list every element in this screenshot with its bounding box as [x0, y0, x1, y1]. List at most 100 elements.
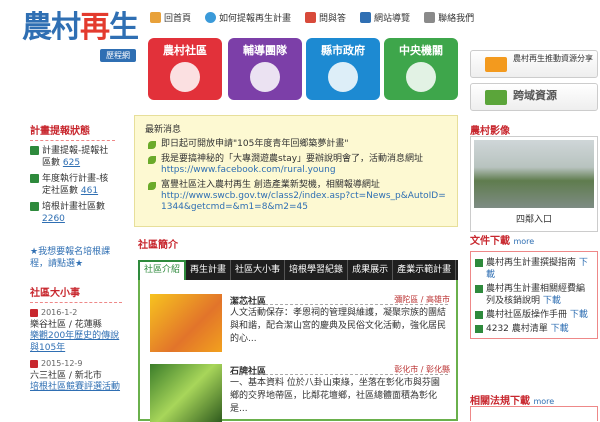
intro-tabs: 社區介紹 再生計畫 社區大小事 培根學習紀錄 成果展示 產業示範計畫 — [138, 260, 458, 280]
news-url[interactable]: https://www.facebook.com/rural.young — [161, 165, 336, 175]
home-icon — [150, 11, 161, 23]
download-item: 農村社區版操作手冊 下載 — [475, 309, 593, 321]
download-item: 農村再生計畫撰擬指南 下載 — [475, 257, 593, 281]
nav-qa[interactable]: 問與答 — [305, 9, 346, 25]
regulations-more-link[interactable]: more — [533, 397, 554, 406]
county-government-button[interactable]: 縣市政府 — [306, 38, 380, 100]
downloads-more-link[interactable]: more — [513, 237, 534, 246]
download-link[interactable]: 下載 — [551, 324, 569, 334]
event-date: 2016-1-2 — [41, 308, 78, 317]
photo-caption: 四鄰入口 — [515, 215, 552, 225]
top-nav: 回首頁 如何提報再生計畫 問與答 網站導覽 聯絡我們 — [150, 9, 474, 25]
nav-guide[interactable]: 如何提報再生計畫 — [205, 9, 291, 25]
plan-row: 年度執行計畫-核定社區數 461 — [30, 173, 115, 197]
button-label: 縣市政府 — [321, 44, 365, 57]
downloads-panel: 文件下載 more 農村再生計畫撰擬指南 下載 農村再生計畫相關經費編列及核銷說… — [470, 232, 598, 339]
button-label: 輔導團隊 — [243, 44, 287, 57]
arrow-right-icon — [485, 90, 507, 105]
central-agency-button[interactable]: 中央機關 — [384, 38, 458, 100]
download-name: 農村社區版操作手冊 — [486, 310, 568, 320]
nav-home[interactable]: 回首頁 — [150, 9, 191, 25]
plan-row-count[interactable]: 625 — [63, 158, 80, 168]
plan-status-panel: 計畫提報狀態 計畫提報-提報社區數 625 年度執行計畫-核定社區數 461 培… — [30, 122, 115, 225]
bullet-icon — [475, 259, 483, 267]
button-label: 中央機關 — [399, 44, 443, 57]
event-item: 2015-12-9 六三社區 / 新北市 培根社區競賽評選活動 — [30, 359, 122, 393]
news-panel: 最新消息 即日起可開放申請"105年度青年回鄉築夢計畫" 我是要搞神秘的「大專澗… — [134, 115, 458, 227]
arrow-right-icon — [485, 57, 507, 72]
rural-community-button[interactable]: 農村社區 — [148, 38, 222, 100]
news-text: 即日起可開放申請"105年度青年回鄉築夢計畫" — [161, 139, 349, 149]
calendar-icon — [30, 308, 38, 317]
check-icon — [30, 174, 39, 183]
news-url[interactable]: http://www.swcb.gov.tw/class2/index.asp?… — [161, 191, 446, 212]
rural-photo[interactable] — [474, 140, 594, 208]
community-thumbnail[interactable] — [150, 364, 222, 422]
download-item: 農村再生計畫相關經費編列及核銷說明 下載 — [475, 283, 593, 307]
sitemap-icon — [360, 11, 372, 23]
events-title: 社區大小事 — [30, 288, 80, 299]
plan-row-count[interactable]: 461 — [81, 186, 98, 196]
leaf-icon — [148, 141, 156, 149]
tab-community-intro[interactable]: 社區介紹 — [138, 260, 187, 280]
signup-training-link[interactable]: ★我想要報名培根課程，請點選★ — [30, 246, 120, 270]
event-link[interactable]: 樂觀200年歷史的傳說與105年 — [30, 331, 119, 353]
news-title: 最新消息 — [145, 125, 182, 135]
tab-training-records[interactable]: 培根學習紀錄 — [285, 260, 349, 280]
intro-content: 潔芯社區 彌陀區 / 高雄市 人文活動保存：孝恩祠的管理與維護，凝聚宗族的團結與… — [138, 280, 458, 422]
news-item[interactable]: 我是要搞神秘的「大專澗遊農stay」要辦說明會了，活動消息網址 https://w… — [145, 154, 447, 176]
news-item[interactable]: 即日起可開放申請"105年度青年回鄉築夢計畫" — [145, 139, 447, 150]
leaf-icon — [148, 182, 156, 190]
counseling-team-button[interactable]: 輔導團隊 — [228, 38, 302, 100]
plan-row-label: 培根計畫社區數 — [42, 202, 106, 212]
news-item[interactable]: 富豐社區注入農村再生 創造產業新契機，相關報導網址 http://www.swcb… — [145, 180, 447, 213]
nav-label: 聯絡我們 — [438, 13, 475, 24]
tab-results[interactable]: 成果展示 — [348, 260, 394, 280]
download-name: 農村再生計畫撰擬指南 — [486, 258, 577, 268]
community-name[interactable]: 石牌社區 — [230, 364, 266, 377]
bullet-icon — [475, 325, 483, 333]
plan-row: 計畫提報-提報社區數 625 — [30, 145, 115, 169]
tab-regen-plan[interactable]: 再生計畫 — [186, 260, 232, 280]
community-thumbnail[interactable] — [150, 294, 222, 352]
nav-label: 問與答 — [319, 13, 347, 24]
check-icon — [30, 146, 39, 155]
resource-sharing-button[interactable]: 農村再生推動資源分享 — [470, 50, 598, 78]
download-link[interactable]: 下載 — [570, 310, 588, 320]
plan-row-label: 年度執行計畫-核定社區數 — [42, 174, 109, 196]
plan-row-count[interactable]: 2260 — [42, 214, 65, 224]
nav-sitemap[interactable]: 網站導覽 — [360, 9, 410, 25]
bullet-icon — [475, 285, 483, 293]
hands-icon — [250, 62, 280, 92]
calendar-icon — [30, 359, 38, 368]
tab-industry-demo[interactable]: 產業示範計畫 — [393, 260, 457, 280]
download-link[interactable]: 下載 — [543, 296, 561, 306]
nav-contact[interactable]: 聯絡我們 — [424, 9, 474, 25]
news-text: 富豐社區注入農村再生 創造產業新契機，相關報導網址 — [161, 180, 380, 190]
community-events-panel: 社區大小事 2016-1-2 樂谷社區 / 花蓮縣 樂觀200年歷史的傳說與10… — [30, 284, 122, 393]
download-name: 4232 農村清單 — [486, 324, 548, 334]
event-place: 六三社區 / 新北市 — [30, 371, 102, 381]
mail-icon — [424, 11, 436, 23]
tab-community-events[interactable]: 社區大小事 — [231, 260, 286, 280]
logo-version-badge: 歷程網 — [100, 49, 136, 62]
site-logo[interactable]: 農村再生 歷程網 — [22, 8, 144, 62]
handshake-icon — [328, 62, 358, 92]
rural-images-title: 農村影像 — [470, 126, 510, 137]
plan-status-title: 計畫提報狀態 — [30, 126, 90, 137]
nav-label: 回首頁 — [164, 13, 192, 24]
event-link[interactable]: 培根社區競賽評選活動 — [30, 382, 120, 392]
nav-label: 如何提報再生計畫 — [219, 13, 292, 24]
plan-row: 培根計畫社區數 2260 — [30, 201, 115, 225]
news-text: 我是要搞神秘的「大專澗遊農stay」要辦說明會了，活動消息網址 — [161, 154, 424, 164]
nav-label: 網站導覽 — [374, 13, 411, 24]
regulations-header: 相關法規下載 more — [470, 392, 554, 407]
rural-image-frame[interactable]: 四鄰入口 — [470, 136, 598, 232]
event-place: 樂谷社區 / 花蓮縣 — [30, 320, 102, 330]
house-icon — [170, 62, 200, 92]
community-desc: 一、基本資料 位於八卦山東綠，坐落在彰化市與芬園鄉的交界地帶區，比鄰花壇鄉，社區… — [230, 378, 440, 414]
qa-icon — [305, 11, 317, 23]
button-label: 跨域資源 — [513, 89, 557, 102]
cross-domain-resources-button[interactable]: 跨域資源 — [470, 83, 598, 111]
community-name[interactable]: 潔芯社區 — [230, 294, 266, 307]
